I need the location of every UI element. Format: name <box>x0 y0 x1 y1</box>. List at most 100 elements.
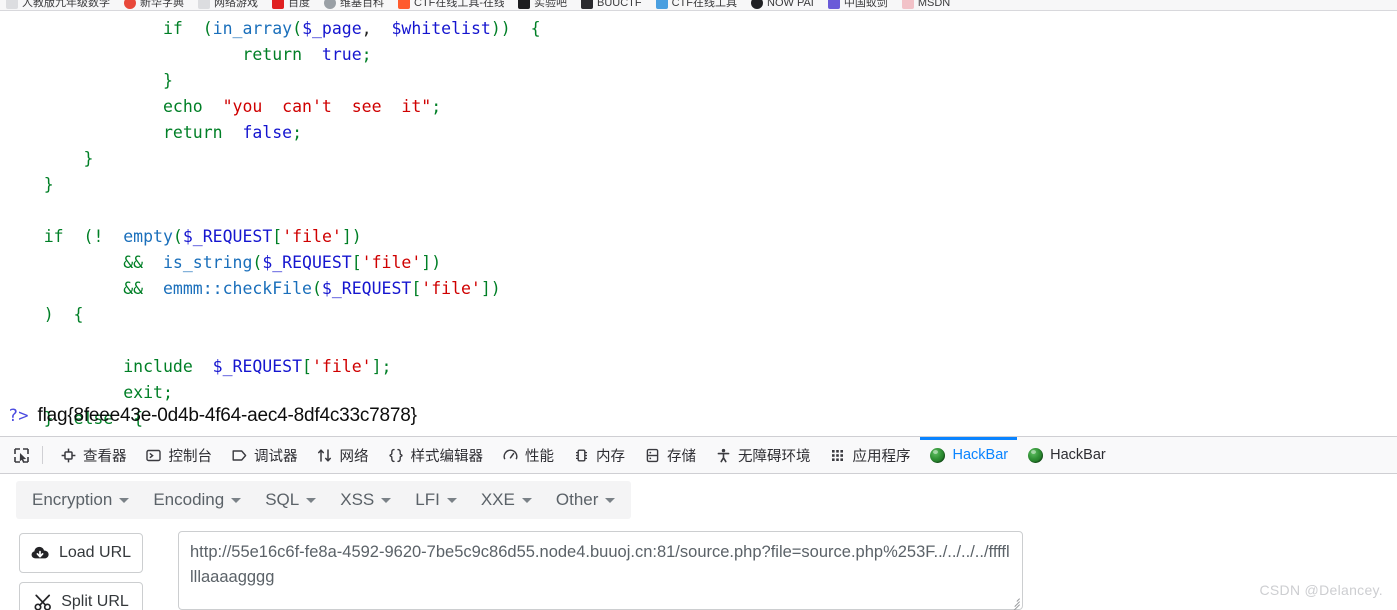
code-token: $_REQUEST <box>212 357 303 376</box>
url-input-wrapper <box>178 531 1023 610</box>
devtools-tab-label: 样式编辑器 <box>410 448 484 465</box>
code-token: [ <box>411 279 422 298</box>
bookmark-favicon-icon <box>518 0 530 9</box>
bookmark-item[interactable]: CTF在线工具-在线编码解码 <box>398 0 504 10</box>
devtools-tab-hackbar-11[interactable]: HackBar <box>1017 437 1115 474</box>
code-line: } <box>0 68 1397 94</box>
element-picker-icon[interactable] <box>6 442 36 468</box>
load-url-button[interactable]: Load URL <box>19 533 143 573</box>
devtools-tab-label: 调试器 <box>254 448 298 465</box>
devtools-tab-label: 性能 <box>525 448 554 465</box>
devtools-tab-性能[interactable]: 性能 <box>492 437 563 474</box>
devtools-tab-应用程序[interactable]: 应用程序 <box>820 437 920 474</box>
devtools-tab-hackbar-10[interactable]: HackBar <box>919 436 1018 474</box>
bookmark-label: 中国蚁剑 <box>843 0 888 9</box>
code-line: } <box>0 146 1397 172</box>
bookmark-item[interactable]: 新华字典 <box>124 0 184 10</box>
hackbar-menu-lfi[interactable]: LFI <box>403 482 469 518</box>
bookmark-label: CTF在线工具-在线编码解码 <box>414 0 504 9</box>
hackbar-menu-encryption[interactable]: Encryption <box>20 482 141 518</box>
hackbar-menu-xxe[interactable]: XXE <box>469 482 544 518</box>
split-url-label: Split URL <box>61 593 129 610</box>
toolbar-separator <box>42 446 43 464</box>
storage-icon <box>643 446 661 464</box>
split-url-button[interactable]: Split URL <box>19 582 143 610</box>
hackbar-panel: Load URL Split URL <box>0 526 1397 610</box>
url-input[interactable] <box>178 531 1023 610</box>
code-token: true <box>321 45 362 64</box>
devtools-tab-调试器[interactable]: 调试器 <box>221 437 307 474</box>
code-token: return <box>162 123 223 142</box>
debugger-icon <box>230 446 248 464</box>
bookmark-item[interactable]: 实验吧 <box>518 0 567 10</box>
devtools-tab-label: 无障碍环境 <box>738 448 811 465</box>
code-token: ! <box>93 227 104 246</box>
bookmark-item[interactable]: 人教版九年级数学 <box>6 0 110 10</box>
devtools-tab-存储[interactable]: 存储 <box>634 437 705 474</box>
devtools-tab-label: 存储 <box>667 448 696 465</box>
hackbar-menu-sql[interactable]: SQL <box>253 482 328 518</box>
code-token: ; <box>292 123 303 142</box>
bookmark-favicon-icon <box>901 0 914 9</box>
bookmark-item[interactable]: 百度 <box>272 0 310 10</box>
php-source-code-pane: if (in_array($_page, $whitelist)) { retu… <box>0 11 1397 436</box>
bookmark-favicon-icon <box>198 0 210 9</box>
bookmark-item[interactable]: CTF在线工具 <box>655 0 737 10</box>
code-token: emmm::checkFile <box>162 279 312 298</box>
code-line: ) { <box>0 302 1397 328</box>
cloud-download-icon <box>31 543 51 563</box>
load-url-label: Load URL <box>58 544 132 561</box>
hackbar-menu-xss[interactable]: XSS <box>328 482 403 518</box>
bookmark-label: 实验吧 <box>534 0 567 9</box>
chevron-down-icon <box>306 497 317 503</box>
code-token: in_array <box>212 19 293 38</box>
bookmark-label: NOW PAI <box>767 0 814 9</box>
devtools-tab-label: HackBar <box>952 447 1009 463</box>
code-token: if <box>43 227 64 246</box>
code-token: ( <box>63 227 94 246</box>
code-line: return true; <box>0 42 1397 68</box>
devtools-tab-样式编辑器[interactable]: 样式编辑器 <box>378 437 493 474</box>
code-token: 'file' <box>311 357 372 376</box>
code-token: , <box>361 19 392 38</box>
bookmark-item[interactable]: MSDN <box>901 0 951 10</box>
devtools-tab-查看器[interactable]: 查看器 <box>50 437 136 474</box>
code-line: echo "you can't see it"; <box>0 94 1397 120</box>
bookmark-item[interactable]: 维基百科 <box>324 0 384 10</box>
bookmark-item[interactable]: 网络游戏 <box>198 0 258 10</box>
hackbar-menu-encoding[interactable]: Encoding <box>141 482 253 518</box>
bookmark-item[interactable]: NOW PAI <box>751 0 814 10</box>
devtools-tab-控制台[interactable]: 控制台 <box>136 437 222 474</box>
code-token: [ <box>302 357 312 376</box>
chevron-down-icon <box>605 497 616 503</box>
devtools-tab-内存[interactable]: 内存 <box>563 437 634 474</box>
bookmark-label: MSDN <box>917 0 951 9</box>
bookmark-item[interactable]: 中国蚁剑 <box>827 0 888 10</box>
code-token: } <box>43 175 54 194</box>
bookmark-item[interactable]: BUUCTF <box>581 0 642 10</box>
bookmarks-bar[interactable]: 人教版九年级数学 新华字典 网络游戏 百度 维基百科 CTF在线工具-在线编码解码 实验吧 B… <box>0 0 1397 11</box>
code-token: $whitelist <box>391 19 491 38</box>
devtools-tab-网络[interactable]: 网络 <box>307 437 378 474</box>
code-token: ]) <box>341 227 362 246</box>
bookmark-favicon-icon <box>751 0 763 9</box>
php-close-tag: ?> <box>8 406 29 426</box>
code-token: 'file' <box>361 253 422 272</box>
code-token: return <box>242 45 303 64</box>
code-token: ; <box>431 97 442 116</box>
devtools-tab-无障碍环境[interactable]: 无障碍环境 <box>705 437 820 474</box>
hackbar-menu-other[interactable]: Other <box>544 482 628 518</box>
